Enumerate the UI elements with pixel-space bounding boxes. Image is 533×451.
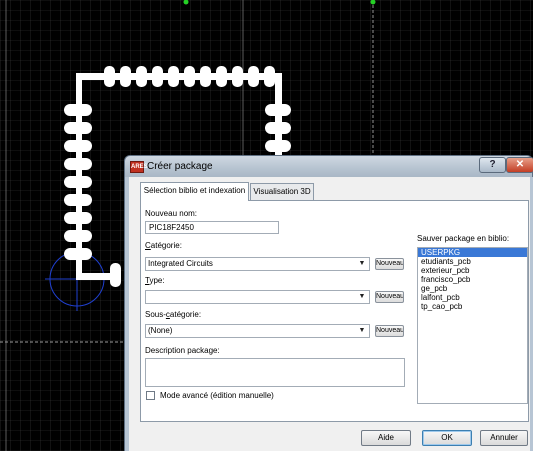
advanced-mode-label: Mode avancé (édition manuelle) bbox=[160, 391, 274, 400]
advanced-mode-checkbox[interactable] bbox=[146, 391, 155, 400]
description-label: Description package: bbox=[145, 346, 220, 355]
list-item[interactable]: exterieur_pcb bbox=[418, 266, 527, 275]
dialog-titlebar[interactable]: ARES Créer package ? ✕ bbox=[124, 155, 533, 177]
type-select[interactable]: ▼ bbox=[145, 290, 370, 304]
library-listbox[interactable]: USERPKG etudiants_pcb exterieur_pcb fran… bbox=[417, 247, 528, 404]
list-item[interactable]: etudiants_pcb bbox=[418, 257, 527, 266]
new-type-button[interactable]: Nouveau bbox=[375, 291, 404, 303]
chevron-down-icon: ▼ bbox=[358, 327, 366, 334]
list-item[interactable]: ge_pcb bbox=[418, 284, 527, 293]
dialog-title: Créer package bbox=[147, 161, 213, 172]
help-titlebar-button[interactable]: ? bbox=[479, 157, 506, 173]
tab-3d-view[interactable]: Visualisation 3D bbox=[250, 183, 314, 200]
type-label: Type: bbox=[145, 276, 165, 285]
chevron-down-icon: ▼ bbox=[358, 293, 366, 300]
create-package-dialog: ARES Créer package ? ✕ Sélection biblio … bbox=[124, 155, 533, 451]
category-select[interactable]: Integrated Circuits ▼ bbox=[145, 257, 370, 271]
subcategory-label: Sous-catégorie: bbox=[145, 310, 202, 319]
list-item[interactable]: USERPKG bbox=[418, 248, 527, 257]
new-name-label: Nouveau nom: bbox=[145, 209, 198, 218]
new-category-button[interactable]: Nouveau bbox=[375, 258, 404, 270]
help-button[interactable]: Aide bbox=[361, 430, 411, 446]
save-library-label: Sauver package en biblio: bbox=[417, 234, 510, 243]
dialog-frame: Sélection biblio et indexation Visualisa… bbox=[124, 177, 533, 451]
new-subcategory-button[interactable]: Nouveau bbox=[375, 325, 404, 337]
new-name-input[interactable]: PIC18F2450 bbox=[145, 221, 279, 234]
app-icon: ARES bbox=[130, 161, 148, 173]
subcategory-select[interactable]: (None) ▼ bbox=[145, 324, 370, 338]
chevron-down-icon: ▼ bbox=[358, 260, 366, 267]
tab-library-indexing[interactable]: Sélection biblio et indexation bbox=[140, 182, 249, 201]
list-item[interactable]: lalfont_pcb bbox=[418, 293, 527, 302]
list-item[interactable]: tp_cao_pcb bbox=[418, 302, 527, 311]
description-textarea[interactable] bbox=[145, 358, 405, 387]
category-label: Catégorie: bbox=[145, 241, 182, 250]
close-icon[interactable]: ✕ bbox=[506, 157, 533, 173]
list-item[interactable]: francisco_pcb bbox=[418, 275, 527, 284]
dialog-client: Sélection biblio et indexation Visualisa… bbox=[129, 177, 530, 451]
cancel-button[interactable]: Annuler bbox=[480, 430, 528, 446]
ok-button[interactable]: OK bbox=[422, 430, 472, 446]
